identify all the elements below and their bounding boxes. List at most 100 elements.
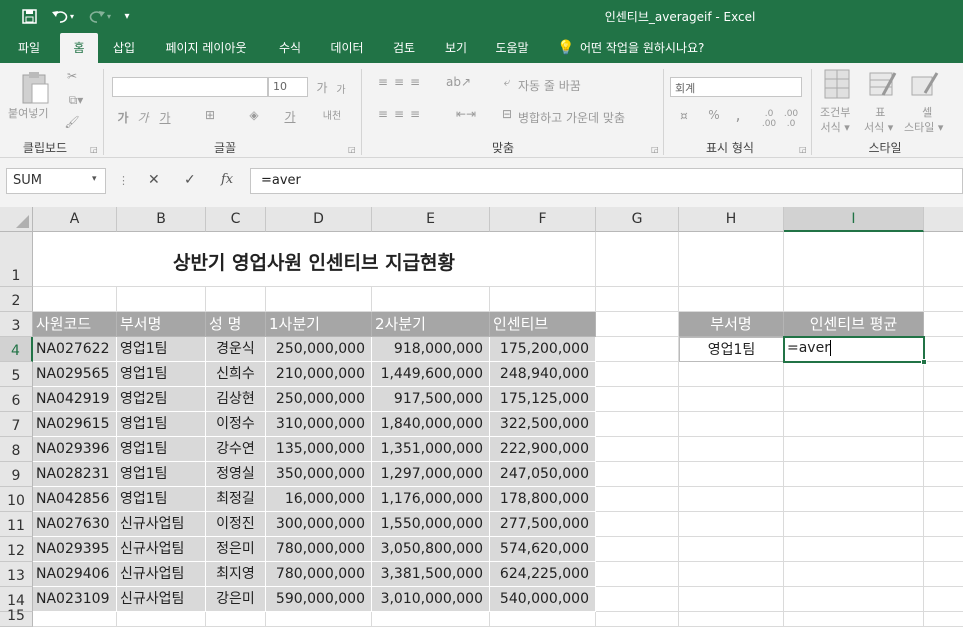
column-header-c[interactable]: C <box>206 207 266 232</box>
table-cell-name[interactable]: 이정수 <box>206 412 266 437</box>
increase-decimal-icon[interactable]: .0.00 <box>760 109 778 129</box>
table-header-code[interactable]: 사원코드 <box>33 312 117 337</box>
table-cell-dept[interactable]: 신규사업팀 <box>117 537 206 562</box>
row-header-4[interactable]: 4 <box>0 337 33 362</box>
side-header-dept[interactable]: 부서명 <box>679 312 784 337</box>
row-header-11[interactable]: 11 <box>0 512 33 537</box>
undo-icon[interactable]: ▾ <box>48 6 78 26</box>
underline-icon[interactable]: 가 <box>158 109 172 126</box>
tab-review[interactable]: 검토 <box>384 33 424 63</box>
table-cell-dept[interactable]: 신규사업팀 <box>117 512 206 537</box>
table-cell-incentive[interactable]: 277,500,000 <box>490 512 596 537</box>
table-cell-q2[interactable]: 1,176,000,000 <box>372 487 490 512</box>
table-cell-incentive[interactable]: 248,940,000 <box>490 362 596 387</box>
column-header-e[interactable]: E <box>372 207 490 232</box>
table-header-incentive[interactable]: 인센티브 <box>490 312 596 337</box>
table-cell-dept[interactable]: 영업1팀 <box>117 362 206 387</box>
enter-icon[interactable]: ✓ <box>184 172 196 188</box>
row-header-3[interactable]: 3 <box>0 312 33 337</box>
cut-icon[interactable]: ✂ <box>62 69 82 83</box>
fill-color-icon[interactable]: ◈ <box>244 108 264 122</box>
column-header-g[interactable]: G <box>596 207 679 232</box>
number-format-select[interactable]: 회계 <box>670 77 802 97</box>
merge-center-label[interactable]: 병합하고 가운데 맞춤 <box>518 109 625 126</box>
indent-icons[interactable]: ⇤⇥ <box>446 107 486 121</box>
row-header-1[interactable]: 1 <box>0 232 33 287</box>
fill-handle[interactable] <box>921 359 927 365</box>
table-cell-name[interactable]: 이정진 <box>206 512 266 537</box>
row-header-15[interactable]: 15 <box>0 608 33 627</box>
side-header-avg[interactable]: 인센티브 평균 <box>784 312 924 337</box>
table-cell-q1[interactable]: 780,000,000 <box>266 562 372 587</box>
table-cell-name[interactable]: 정은미 <box>206 537 266 562</box>
grow-font-icon[interactable]: 가 <box>314 79 330 96</box>
table-cell-dept[interactable]: 영업1팀 <box>117 437 206 462</box>
table-cell-q2[interactable]: 3,050,800,000 <box>372 537 490 562</box>
save-icon[interactable] <box>18 6 40 26</box>
table-cell-dept[interactable]: 신규사업팀 <box>117 587 206 612</box>
table-header-name[interactable]: 성 명 <box>206 312 266 337</box>
tab-file[interactable]: 파일 <box>6 33 52 63</box>
tab-page-layout[interactable]: 페이지 레이아웃 <box>156 33 256 63</box>
table-cell-q2[interactable]: 1,297,000,000 <box>372 462 490 487</box>
table-cell-q1[interactable]: 210,000,000 <box>266 362 372 387</box>
side-dept-cell[interactable]: 영업1팀 <box>679 337 784 362</box>
table-cell-dept[interactable]: 영업1팀 <box>117 337 206 362</box>
tab-formulas[interactable]: 수식 <box>270 33 310 63</box>
font-name-select[interactable] <box>112 77 268 97</box>
table-cell-incentive[interactable]: 222,900,000 <box>490 437 596 462</box>
column-header-a[interactable]: A <box>33 207 117 232</box>
border-icon[interactable]: ⊞ <box>200 108 220 122</box>
table-cell-name[interactable]: 김상현 <box>206 387 266 412</box>
insert-function-icon[interactable]: fx <box>221 172 233 187</box>
table-cell-incentive[interactable]: 322,500,000 <box>490 412 596 437</box>
decrease-decimal-icon[interactable]: .00.0 <box>782 109 800 129</box>
table-cell-dept[interactable]: 영업1팀 <box>117 412 206 437</box>
wrap-text-label[interactable]: 자동 줄 바꿈 <box>518 77 581 94</box>
shrink-font-icon[interactable]: 가 <box>334 81 348 96</box>
table-cell-code[interactable]: NA027630 <box>33 512 117 537</box>
table-cell-q2[interactable]: 1,840,000,000 <box>372 412 490 437</box>
table-cell-name[interactable]: 강은미 <box>206 587 266 612</box>
conditional-formatting-icon[interactable] <box>822 69 852 103</box>
tab-home[interactable]: 홈 <box>60 33 98 63</box>
table-cell-code[interactable]: NA042856 <box>33 487 117 512</box>
table-cell-name[interactable]: 경운식 <box>206 337 266 362</box>
tell-me-box[interactable]: 어떤 작업을 원하시나요? <box>580 33 730 63</box>
conditional-formatting-label[interactable]: 조건부 서식 ▾ <box>820 105 850 135</box>
row-header-9[interactable]: 9 <box>0 462 33 487</box>
format-painter-icon[interactable]: 🖌 <box>62 115 82 129</box>
italic-icon[interactable]: 가 <box>136 109 150 126</box>
redo-icon[interactable]: ▾ <box>86 6 114 26</box>
wrap-text-icon[interactable]: ⤶ <box>500 75 514 90</box>
accounting-icon[interactable]: ¤ <box>674 109 694 123</box>
table-cell-code[interactable]: NA042919 <box>33 387 117 412</box>
table-cell-incentive[interactable]: 178,800,000 <box>490 487 596 512</box>
row-header-5[interactable]: 5 <box>0 362 33 387</box>
font-color-icon[interactable]: 가 <box>280 108 300 125</box>
table-cell-q1[interactable]: 300,000,000 <box>266 512 372 537</box>
row-header-13[interactable]: 13 <box>0 562 33 587</box>
table-cell-code[interactable]: NA029396 <box>33 437 117 462</box>
table-cell-q1[interactable]: 350,000,000 <box>266 462 372 487</box>
name-box[interactable]: SUM <box>6 168 106 194</box>
cell-styles-icon[interactable] <box>910 69 940 103</box>
table-cell-q2[interactable]: 917,500,000 <box>372 387 490 412</box>
format-as-table-label[interactable]: 표 서식 ▾ <box>864 105 893 135</box>
table-cell-q1[interactable]: 590,000,000 <box>266 587 372 612</box>
table-cell-code[interactable]: NA023109 <box>33 587 117 612</box>
horizontal-align-icons[interactable]: ≡≡≡ <box>372 107 432 121</box>
customize-qat-icon[interactable]: ▾ <box>120 6 134 26</box>
table-cell-q1[interactable]: 250,000,000 <box>266 387 372 412</box>
table-cell-q2[interactable]: 1,550,000,000 <box>372 512 490 537</box>
row-header-6[interactable]: 6 <box>0 387 33 412</box>
table-cell-dept[interactable]: 영업2팀 <box>117 387 206 412</box>
tab-view[interactable]: 보기 <box>436 33 476 63</box>
alignment-launcher-icon[interactable]: ◲ <box>651 145 659 154</box>
table-cell-dept[interactable]: 영업1팀 <box>117 462 206 487</box>
tab-insert[interactable]: 삽입 <box>104 33 144 63</box>
paste-icon[interactable] <box>18 71 52 105</box>
table-cell-q2[interactable]: 3,381,500,000 <box>372 562 490 587</box>
merge-icon[interactable]: ⊟ <box>500 107 514 121</box>
table-cell-code[interactable]: NA029395 <box>33 537 117 562</box>
